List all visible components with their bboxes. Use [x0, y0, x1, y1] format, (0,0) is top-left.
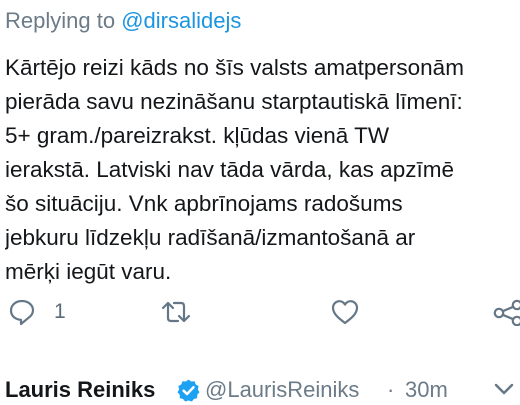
reply-icon	[9, 299, 35, 326]
replying-to-label: Replying to	[5, 8, 122, 33]
share-button[interactable]	[493, 292, 520, 332]
tweet-timestamp[interactable]: 30m	[405, 374, 448, 405]
share-icon	[493, 299, 520, 326]
author-name[interactable]: Lauris Reiniks	[5, 374, 155, 405]
tweet-text: Kārtējo reizi kāds no šīs valsts amatper…	[5, 51, 520, 289]
replying-to-handle-link[interactable]: @dirsalidejs	[121, 8, 241, 33]
tweet-actions: 1	[0, 292, 520, 332]
reply-count: 1	[54, 300, 66, 323]
tweet-text-line: mērķi iegūt varu.	[5, 259, 172, 284]
author-handle[interactable]: @LaurisReiniks	[205, 374, 359, 405]
tweet-text-line: šo situāciju. Vnk apbrīnojams radošums	[5, 191, 403, 216]
cut-off-header-remnant	[180, 0, 300, 2]
tweet-text-line: pierāda savu nezināšanu starptautiskā lī…	[5, 89, 463, 114]
next-tweet-header: Lauris Reiniks @LaurisReiniks · 30m	[5, 374, 520, 405]
reply-button[interactable]: 1	[8, 292, 66, 332]
retweet-icon	[161, 301, 191, 323]
retweet-button[interactable]	[160, 292, 192, 332]
separator-dot: ·	[387, 377, 395, 402]
heart-icon	[331, 300, 359, 325]
tweet-text-line: 5+ gram./pareizrakst. kļūdas vienā TW	[5, 123, 390, 148]
replying-to: Replying to @dirsalidejs	[5, 6, 241, 36]
tweet-text-line: Kārtējo reizi kāds no šīs valsts amatper…	[5, 55, 464, 80]
chevron-down-icon[interactable]	[493, 378, 515, 400]
like-button[interactable]	[330, 292, 360, 332]
verified-badge-icon	[177, 379, 200, 402]
tweet-text-line: ierakstā. Latviski nav tāda vārda, kas a…	[5, 157, 454, 182]
tweet-text-line: jebkuru līdzekļu radīšanā/izmantošanā ar	[5, 225, 416, 250]
